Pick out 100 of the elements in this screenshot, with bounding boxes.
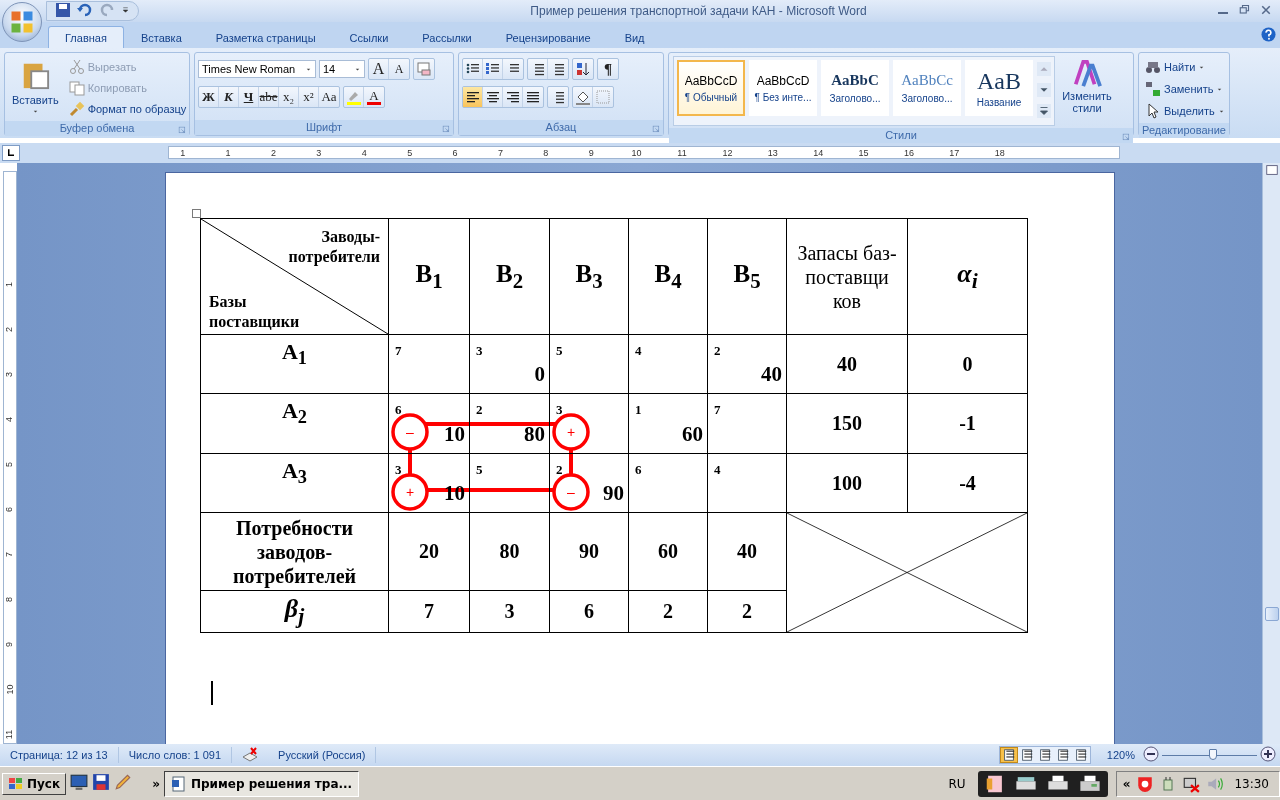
cycle-sign: – <box>406 424 414 440</box>
dialog-launcher-icon <box>442 125 451 134</box>
more-icon <box>1037 102 1051 120</box>
font-size-field[interactable]: 14 <box>319 60 365 78</box>
zoom-slider-thumb[interactable] <box>1209 749 1218 760</box>
numbered-list-icon <box>484 61 501 77</box>
grow-font-button[interactable]: A <box>369 59 389 79</box>
vertical-scrollbar[interactable] <box>1262 163 1280 744</box>
cost-value: 6 <box>635 462 642 478</box>
change-styles-button[interactable]: Изменить стили <box>1058 56 1116 126</box>
group-title: Абзац <box>459 120 663 135</box>
table-move-handle[interactable] <box>192 209 201 218</box>
ruler-toggle-icon <box>1264 163 1279 177</box>
shipment-value: 80 <box>524 422 545 447</box>
document-icon <box>170 775 187 792</box>
office-button[interactable] <box>2 2 42 42</box>
font-name-field[interactable]: Times New Roman <box>198 60 316 78</box>
style-preview: AaB <box>977 68 1021 93</box>
ribbon-tab[interactable]: Ссылки <box>332 26 406 48</box>
table-cell: 2 <box>628 590 708 633</box>
style-preview: AaBbCc <box>901 72 953 89</box>
language-indicator[interactable]: RU <box>948 776 966 791</box>
zoom-in-button[interactable] <box>1260 746 1276 764</box>
shading-button[interactable] <box>573 87 593 107</box>
shrink-font-button[interactable]: A <box>389 59 409 79</box>
page-count[interactable]: Страница: 12 из 13 <box>0 747 119 763</box>
ruler-number: 9 <box>587 147 595 158</box>
minus-icon <box>1143 746 1159 762</box>
taskbar-button[interactable]: Пример решения тра... <box>163 770 360 797</box>
style-name: ¶ Без инте... <box>754 91 812 103</box>
tab-selector-button[interactable] <box>2 145 20 161</box>
help-icon[interactable] <box>1261 27 1276 42</box>
editing-button[interactable]: Найти <box>1142 58 1226 76</box>
style-gallery-item[interactable]: AaBbCcD ¶ Обычный <box>677 60 745 116</box>
ribbon-tab[interactable]: Вид <box>607 26 662 48</box>
minimize-icon <box>1218 12 1228 14</box>
column-header: α$_{i}$ <box>907 218 1028 335</box>
ribbon-tab[interactable]: Рецензирование <box>488 26 608 48</box>
scrollbar-thumb[interactable] <box>1264 607 1279 621</box>
replace-icon <box>1145 81 1161 97</box>
table-cell: 6 <box>549 590 629 633</box>
table-cell: 20 <box>388 512 470 591</box>
ruler-number: 8 <box>3 597 16 602</box>
page-view-icon <box>1019 748 1034 762</box>
style-gallery-item[interactable]: AaB Название <box>965 60 1033 116</box>
format-button[interactable]: x² <box>299 87 319 107</box>
style-gallery-item[interactable]: AaBbCc Заголово... <box>893 60 961 116</box>
close-icon <box>1260 4 1272 16</box>
text-cursor <box>211 681 213 705</box>
more-shortcuts-button[interactable]: » <box>152 776 160 791</box>
ribbon-tab[interactable]: Разметка страницы <box>198 26 333 48</box>
numbering-button[interactable] <box>483 59 503 79</box>
save-button[interactable] <box>55 2 71 20</box>
antivirus-icon <box>1136 774 1155 793</box>
ruler-number: 8 <box>542 147 550 158</box>
group-title: Шрифт <box>195 120 453 135</box>
cost-value: 2 <box>476 402 483 418</box>
style-gallery-item[interactable]: AaBbCcD ¶ Без инте... <box>749 60 817 116</box>
zoom-level[interactable]: 120% <box>1090 749 1143 761</box>
paint-bucket-icon <box>574 89 591 105</box>
ribbon-tab[interactable]: Вставка <box>123 26 199 48</box>
shipment-value: 90 <box>603 481 624 506</box>
word-count[interactable]: Число слов: 1 091 <box>118 747 233 763</box>
style-gallery-item[interactable]: AaBbC Заголово... <box>821 60 889 116</box>
format-button[interactable]: Aa <box>319 87 339 107</box>
table-cell: 80 <box>469 512 550 591</box>
align-left-icon <box>464 89 481 105</box>
format-button[interactable]: К <box>219 87 239 107</box>
editing-button[interactable]: Заменить <box>1142 80 1226 98</box>
cost-value: 5 <box>476 462 483 478</box>
zoom-out-button[interactable] <box>1143 746 1159 764</box>
align-right-icon <box>504 89 521 105</box>
ruler-number: 15 <box>857 147 870 158</box>
table-cell: 40 <box>786 334 908 394</box>
format-button[interactable]: Ч <box>239 87 259 107</box>
scissors-icon <box>68 59 85 75</box>
clear-format-button[interactable] <box>414 59 434 79</box>
shipment-value: 60 <box>682 422 703 447</box>
language-status[interactable]: Русский (Россия) <box>232 747 377 763</box>
show-marks-button[interactable]: ¶ <box>598 59 618 79</box>
table-cell: 7 <box>388 590 470 633</box>
tray-expand-button[interactable]: « <box>1122 776 1131 791</box>
align-button[interactable] <box>463 87 483 107</box>
editing-button[interactable]: Выделить <box>1142 102 1226 120</box>
cycle-sign: – <box>567 484 575 500</box>
clipboard-button[interactable]: Формат по образцу <box>65 100 190 118</box>
format-button[interactable]: Ж <box>199 87 219 107</box>
group-title: Редактирование <box>1139 123 1229 138</box>
ruler-number: 7 <box>496 147 504 158</box>
ruler-number: 12 <box>721 147 734 158</box>
ruler-number: 11 <box>676 147 688 158</box>
view-button[interactable] <box>999 747 1018 763</box>
ribbon-tab[interactable]: Рассылки <box>405 26 489 48</box>
ribbon-tab[interactable]: Главная <box>48 26 124 48</box>
format-button[interactable]: abe <box>259 87 279 107</box>
start-button[interactable]: Пуск <box>2 772 67 795</box>
ruler-number: 5 <box>3 462 16 467</box>
format-button[interactable]: x₂ <box>279 87 299 107</box>
style-preview: AaBbCcD <box>684 73 738 88</box>
paste-button[interactable]: Вставить <box>8 56 63 118</box>
